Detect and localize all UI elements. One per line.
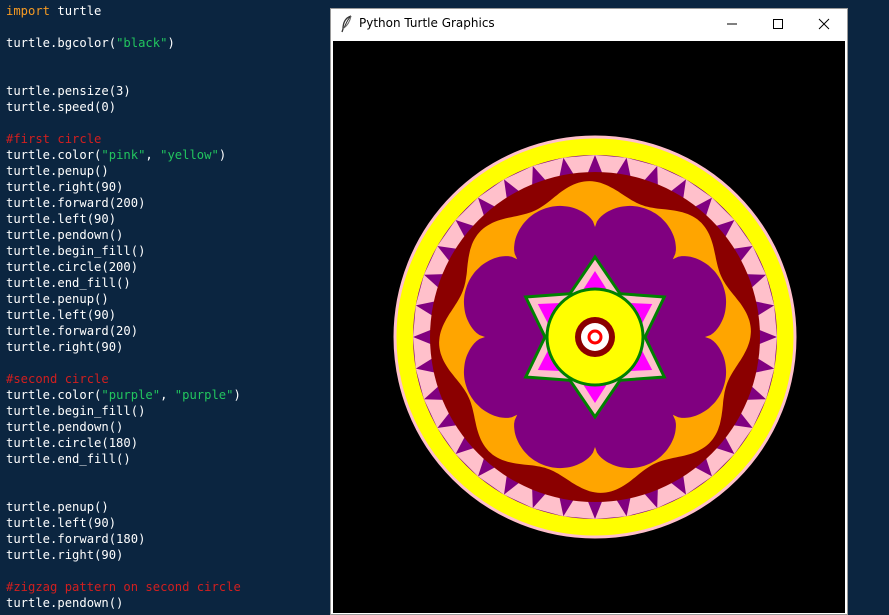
code-token: turtle.penup() — [6, 500, 109, 514]
code-line: turtle.penup() — [6, 499, 109, 515]
code-line: turtle.pensize(3) — [6, 83, 131, 99]
code-line: turtle.right(90) — [6, 179, 123, 195]
code-line: turtle.pendown() — [6, 227, 123, 243]
code-line: turtle.end_fill() — [6, 275, 131, 291]
turtle-graphics-window: Python Turtle Graphics — [330, 8, 848, 615]
code-token: turtle.begin_fill() — [6, 404, 146, 418]
code-token: , — [145, 148, 161, 162]
code-token: #second circle — [6, 372, 109, 386]
code-line: turtle.begin_fill() — [6, 243, 145, 259]
code-line: turtle.color("purple", "purple") — [6, 387, 241, 403]
code-line: turtle.forward(20) — [6, 323, 138, 339]
code-line: #second circle — [6, 371, 109, 387]
minimize-button[interactable] — [709, 9, 755, 39]
code-token: #zigzag pattern on second circle — [6, 580, 241, 594]
code-token: "pink" — [101, 148, 146, 162]
code-line: turtle.right(90) — [6, 339, 123, 355]
code-line: turtle.pendown() — [6, 595, 123, 611]
title-bar[interactable]: Python Turtle Graphics — [331, 9, 847, 39]
code-editor[interactable]: import turtle turtle.bgcolor("black") turt… — [0, 0, 330, 615]
code-token: turtle.end_fill() — [6, 452, 131, 466]
feather-icon — [340, 15, 354, 33]
code-token: turtle.circle(180) — [6, 436, 139, 450]
code-token: turtle.right(90) — [6, 180, 124, 194]
code-token: "black" — [116, 36, 168, 50]
code-line: turtle.pendown() — [6, 419, 123, 435]
code-token: "yellow" — [160, 148, 219, 162]
code-token: turtle.pendown() — [6, 228, 124, 242]
code-line: turtle.forward(200) — [6, 195, 145, 211]
white-center-circle — [581, 323, 609, 351]
code-token: turtle.penup() — [6, 164, 109, 178]
code-token: turtle.left(90) — [6, 516, 117, 530]
code-line: turtle.circle(200) — [6, 259, 138, 275]
code-line: import turtle — [6, 3, 101, 19]
code-token: turtle.color( — [6, 148, 102, 162]
code-line: turtle.speed(0) — [6, 99, 116, 115]
code-token: turtle — [50, 4, 102, 18]
background-strip — [848, 0, 889, 615]
code-token: turtle.pensize(3) — [6, 84, 131, 98]
code-token: turtle.right(90) — [6, 548, 124, 562]
code-line: turtle.end_fill() — [6, 451, 131, 467]
code-token: turtle.pendown() — [6, 596, 124, 610]
code-token: turtle.penup() — [6, 292, 109, 306]
mandala-drawing — [393, 135, 797, 539]
code-token: turtle.color( — [6, 388, 102, 402]
code-line: turtle.color("pink", "yellow") — [6, 147, 226, 163]
code-token: turtle.left(90) — [6, 308, 117, 322]
code-token: ) — [167, 36, 175, 50]
code-token: "purple" — [101, 388, 161, 402]
code-line: turtle.left(90) — [6, 307, 116, 323]
code-token: turtle.speed(0) — [6, 100, 117, 114]
code-line: turtle.bgcolor("black") — [6, 35, 175, 51]
close-icon — [818, 15, 830, 34]
code-line: turtle.penup() — [6, 291, 109, 307]
maximize-icon — [772, 15, 784, 34]
code-token: turtle.left(90) — [6, 212, 117, 226]
window-title: Python Turtle Graphics — [359, 16, 495, 30]
code-line: turtle.right(90) — [6, 547, 123, 563]
code-token: turtle.bgcolor( — [6, 36, 117, 50]
code-line: turtle.left(90) — [6, 515, 116, 531]
code-line: turtle.penup() — [6, 163, 109, 179]
code-token: ) — [218, 148, 227, 162]
code-token: ) — [233, 388, 241, 402]
code-line: turtle.circle(180) — [6, 435, 138, 451]
code-token: turtle.begin_fill() — [6, 244, 146, 258]
code-token: turtle.pendown() — [6, 420, 124, 434]
code-token: "purple" — [174, 388, 234, 402]
code-line: turtle.begin_fill() — [6, 403, 145, 419]
code-token: turtle.forward(20) — [6, 324, 139, 338]
code-token: turtle.forward(180) — [6, 532, 146, 546]
close-button[interactable] — [801, 9, 847, 39]
code-line: turtle.left(90) — [6, 211, 116, 227]
code-line: #zigzag pattern on second circle — [6, 579, 241, 595]
code-token: turtle.end_fill() — [6, 276, 131, 290]
code-line: turtle.forward(180) — [6, 531, 145, 547]
maximize-button[interactable] — [755, 9, 801, 39]
code-token: turtle.forward(200) — [6, 196, 146, 210]
code-token: #first circle — [6, 132, 102, 146]
code-token: turtle.circle(200) — [6, 260, 139, 274]
minimize-icon — [726, 15, 738, 34]
code-token: import — [6, 4, 51, 18]
turtle-canvas[interactable] — [333, 41, 845, 613]
code-token: turtle.right(90) — [6, 340, 124, 354]
code-line: #first circle — [6, 131, 101, 147]
code-token: , — [160, 388, 175, 402]
